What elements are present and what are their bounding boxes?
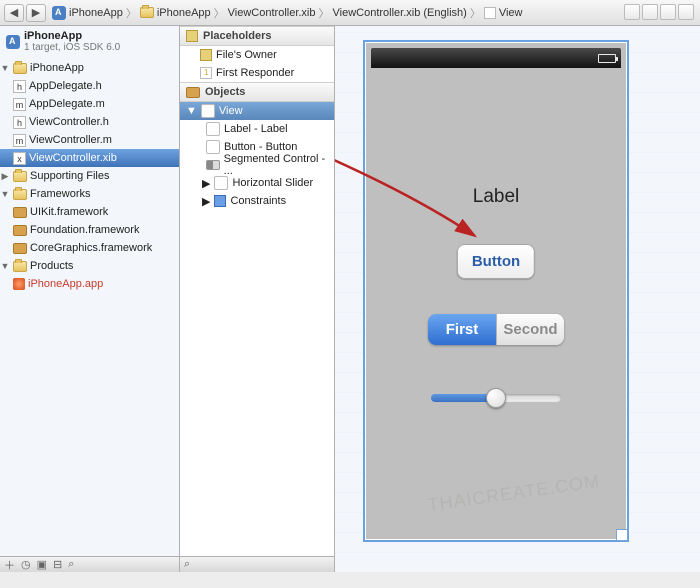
object-icon bbox=[214, 195, 226, 207]
crumb-4: View bbox=[499, 7, 523, 19]
project-icon bbox=[52, 6, 66, 20]
nav-item-iphoneapp-app[interactable]: iPhoneApp.app bbox=[0, 275, 179, 293]
placeholders-icon bbox=[186, 30, 198, 42]
file-icon bbox=[13, 225, 27, 236]
outline-filter-bar: ⌕ bbox=[180, 556, 334, 572]
nav-item-iphoneapp[interactable]: ▼iPhoneApp bbox=[0, 59, 179, 77]
outline-filter-icon[interactable]: ⌕ bbox=[184, 558, 190, 571]
file-icon bbox=[13, 63, 27, 74]
file-icon bbox=[13, 261, 27, 272]
nav-item-supporting-files[interactable]: ▶Supporting Files bbox=[0, 167, 179, 185]
nav-back-button[interactable]: ◀ bbox=[4, 4, 24, 22]
crumb-2: ViewController.xib bbox=[228, 7, 316, 19]
object-label-label[interactable]: Label - Label bbox=[180, 120, 334, 138]
filter-icon[interactable]: ⊟ bbox=[53, 558, 62, 571]
watermark: THAICREATE.COM bbox=[427, 471, 602, 516]
nav-item-frameworks[interactable]: ▼Frameworks bbox=[0, 185, 179, 203]
document-outline: Placeholders File's OwnerFirst Responder… bbox=[180, 26, 335, 572]
canvas-segmented-control[interactable]: First Second bbox=[428, 314, 564, 345]
nav-item-appdelegate-m[interactable]: mAppDelegate.m bbox=[0, 95, 179, 113]
project-name[interactable]: iPhoneApp bbox=[24, 30, 120, 42]
jump-bar-tools bbox=[624, 4, 694, 20]
object-icon bbox=[214, 176, 228, 190]
device-view[interactable]: Label Button First Second THAICREATE.COM bbox=[363, 40, 629, 542]
placeholders-header: Placeholders bbox=[180, 26, 334, 46]
object-icon bbox=[201, 104, 215, 118]
objects-header: Objects bbox=[180, 82, 334, 102]
version-button[interactable] bbox=[660, 4, 676, 20]
file-icon bbox=[13, 278, 25, 290]
folder-icon bbox=[140, 7, 154, 18]
file-icon bbox=[13, 207, 27, 218]
nav-item-foundation-framework[interactable]: Foundation.framework bbox=[0, 221, 179, 239]
recent-icon[interactable]: ◷ bbox=[21, 558, 31, 571]
file-icon: x bbox=[13, 152, 26, 165]
view-icon bbox=[484, 7, 496, 19]
object-icon bbox=[206, 122, 220, 136]
utilities-button[interactable] bbox=[678, 4, 694, 20]
resize-handle[interactable] bbox=[616, 529, 628, 541]
search-icon[interactable]: ⌕ bbox=[68, 558, 74, 571]
nav-item-viewcontroller-h[interactable]: hViewController.h bbox=[0, 113, 179, 131]
canvas-slider[interactable] bbox=[431, 394, 561, 402]
object-constraints[interactable]: ▶Constraints bbox=[180, 192, 334, 210]
related-items-button[interactable] bbox=[624, 4, 640, 20]
object-horizontal-slider[interactable]: ▶Horizontal Slider bbox=[180, 174, 334, 192]
file-icon: m bbox=[13, 98, 26, 111]
add-icon[interactable]: ＋ bbox=[4, 557, 15, 573]
canvas-button[interactable]: Button bbox=[457, 244, 535, 279]
nav-item-appdelegate-h[interactable]: hAppDelegate.h bbox=[0, 77, 179, 95]
xcode-project-icon bbox=[6, 35, 20, 49]
object-view[interactable]: ▼View bbox=[180, 102, 334, 120]
nav-item-products[interactable]: ▼Products bbox=[0, 257, 179, 275]
crumb-0: iPhoneApp bbox=[69, 7, 123, 19]
assistant-button[interactable] bbox=[642, 4, 658, 20]
cube-icon bbox=[200, 49, 212, 61]
nav-item-uikit-framework[interactable]: UIKit.framework bbox=[0, 203, 179, 221]
object-icon bbox=[206, 160, 220, 170]
scm-icon[interactable]: ▣ bbox=[37, 558, 47, 571]
file-icon bbox=[13, 189, 27, 200]
project-navigator: iPhoneApp 1 target, iOS SDK 6.0 ▼iPhoneA… bbox=[0, 26, 180, 572]
crumb-1: iPhoneApp bbox=[157, 7, 211, 19]
interface-builder-canvas[interactable]: Label Button First Second THAICREATE.COM bbox=[335, 26, 700, 572]
nav-forward-button[interactable]: ▶ bbox=[26, 4, 46, 22]
breadcrumb-bar: ◀ ▶ iPhoneApp〉 iPhoneApp〉 ViewController… bbox=[0, 0, 700, 26]
segment-second[interactable]: Second bbox=[496, 314, 564, 345]
canvas-label[interactable]: Label bbox=[371, 186, 621, 208]
nav-item-coregraphics-framework[interactable]: CoreGraphics.framework bbox=[0, 239, 179, 257]
battery-icon bbox=[598, 54, 616, 63]
navigator-filter-bar: ＋ ◷ ▣ ⊟ ⌕ bbox=[0, 556, 179, 572]
file-icon: h bbox=[13, 80, 26, 93]
nav-item-viewcontroller-xib[interactable]: xViewController.xib bbox=[0, 149, 179, 167]
placeholder-first-responder[interactable]: First Responder bbox=[180, 64, 334, 82]
file-icon bbox=[13, 243, 27, 254]
file-icon: h bbox=[13, 116, 26, 129]
crumb-3: ViewController.xib (English) bbox=[333, 7, 467, 19]
project-subtitle: 1 target, iOS SDK 6.0 bbox=[24, 42, 120, 53]
placeholder-file-s-owner[interactable]: File's Owner bbox=[180, 46, 334, 64]
nav-item-viewcontroller-m[interactable]: mViewController.m bbox=[0, 131, 179, 149]
breadcrumb[interactable]: iPhoneApp〉 iPhoneApp〉 ViewController.xib… bbox=[48, 5, 526, 21]
objects-icon bbox=[186, 87, 200, 98]
file-icon bbox=[13, 171, 27, 182]
object-segmented-control-[interactable]: Segmented Control - ... bbox=[180, 156, 334, 174]
red-icon bbox=[200, 67, 212, 79]
object-icon bbox=[206, 140, 220, 154]
slider-knob[interactable] bbox=[486, 388, 506, 408]
status-bar bbox=[371, 48, 621, 68]
file-icon: m bbox=[13, 134, 26, 147]
segment-first[interactable]: First bbox=[428, 314, 496, 345]
